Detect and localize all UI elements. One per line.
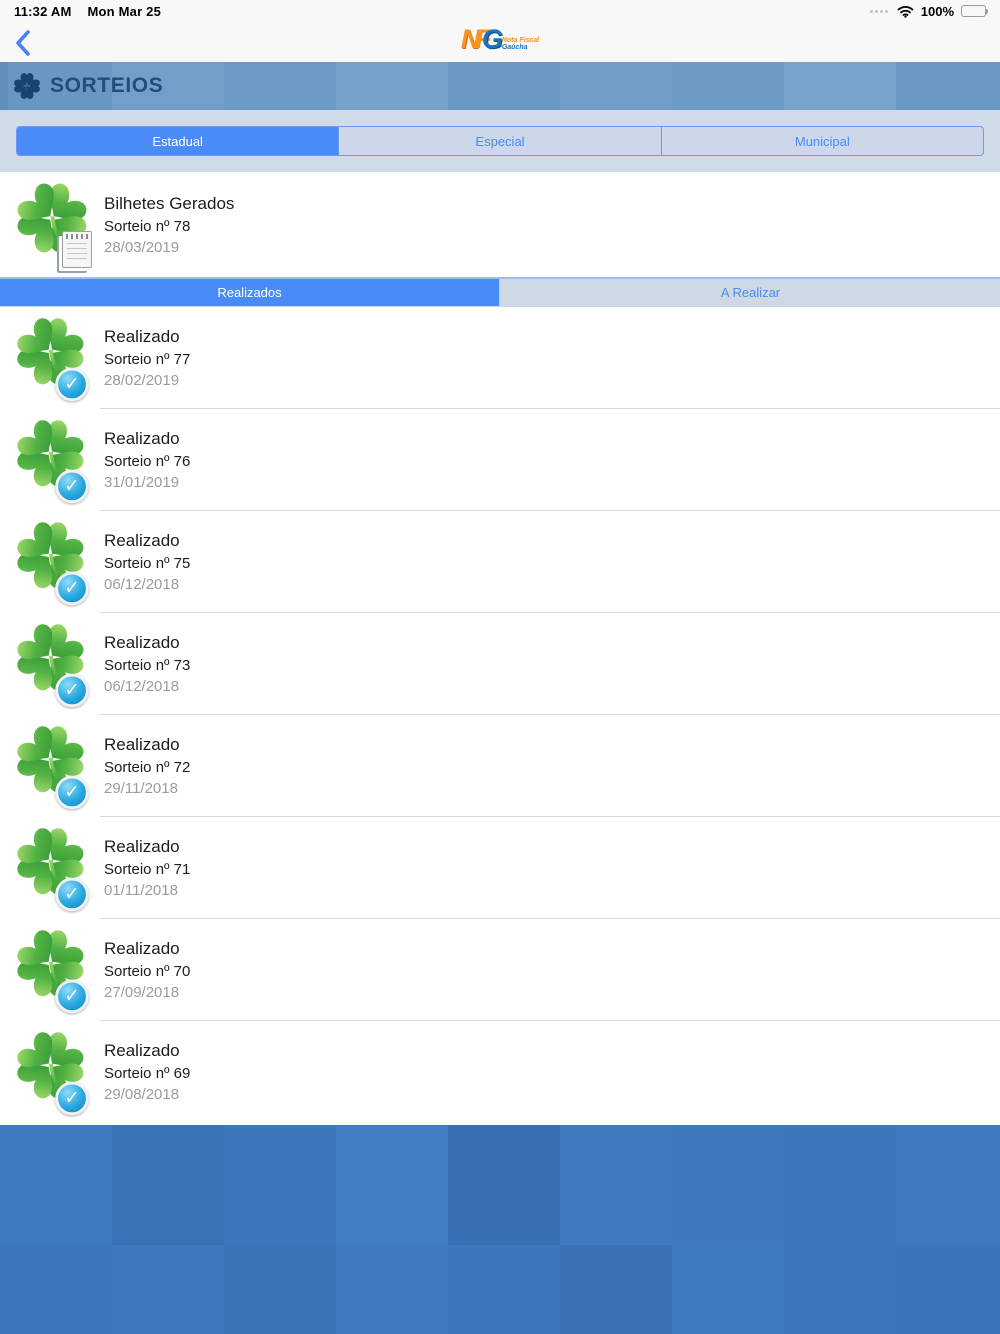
logo-tagline-1: Nota Fiscal	[501, 36, 540, 44]
clover-icon	[12, 71, 42, 101]
featured-subtitle: Sorteio nº 78	[104, 217, 191, 235]
page-title: SORTEIOS	[50, 74, 164, 97]
check-badge-icon	[55, 775, 89, 810]
tab-realizados[interactable]: Realizados	[0, 279, 501, 306]
tab-especial[interactable]: Especial	[339, 127, 662, 155]
draw-list-item[interactable]: Realizado Sorteio nº 77 28/02/2019	[0, 307, 1000, 409]
logo-letter-g: G	[481, 24, 503, 54]
clover-icon	[12, 517, 89, 607]
draw-title: Realizado	[104, 327, 180, 346]
draw-title: Realizado	[104, 429, 180, 448]
draw-title: Realizado	[104, 1041, 180, 1060]
check-badge-icon	[55, 877, 89, 912]
region-segmented-control: Estadual Especial Municipal	[16, 126, 984, 156]
draw-list-item[interactable]: Realizado Sorteio nº 76 31/01/2019	[0, 409, 1000, 511]
draw-list-item[interactable]: Realizado Sorteio nº 72 29/11/2018	[0, 715, 1000, 817]
wifi-icon	[897, 5, 914, 18]
draw-title: Realizado	[104, 633, 180, 652]
clover-icon	[12, 313, 89, 403]
clover-icon	[12, 721, 89, 811]
draw-date: 27/09/2018	[104, 984, 180, 1001]
draw-list: Realizado Sorteio nº 77 28/02/2019 Reali…	[0, 307, 1000, 1125]
featured-title: Bilhetes Gerados	[104, 193, 235, 213]
draw-subtitle: Sorteio nº 76	[104, 453, 191, 470]
notepad-icon	[62, 230, 92, 268]
draw-title: Realizado	[104, 939, 180, 958]
check-badge-icon	[55, 367, 89, 402]
draw-date: 06/12/2018	[104, 678, 180, 695]
draw-list-item[interactable]: Realizado Sorteio nº 71 01/11/2018	[0, 817, 1000, 919]
status-bar: 11:32 AM Mon Mar 25 100%	[0, 0, 1000, 22]
check-badge-icon	[55, 1081, 89, 1116]
tab-estadual[interactable]: Estadual	[17, 127, 340, 155]
draw-list-item[interactable]: Realizado Sorteio nº 70 27/09/2018	[0, 919, 1000, 1021]
region-tabs-band: Estadual Especial Municipal	[0, 110, 1000, 172]
draw-date: 01/11/2018	[104, 882, 178, 899]
draw-subtitle: Sorteio nº 75	[104, 555, 191, 572]
clover-icon	[12, 178, 92, 272]
clover-icon	[12, 925, 89, 1015]
clover-icon	[12, 619, 89, 709]
clover-icon	[12, 823, 89, 913]
logo-tagline-2: Gaúcha	[501, 43, 528, 51]
tab-municipal[interactable]: Municipal	[662, 127, 983, 155]
draw-list-item[interactable]: Realizado Sorteio nº 75 06/12/2018	[0, 511, 1000, 613]
draw-subtitle: Sorteio nº 69	[104, 1065, 191, 1082]
draw-list-item[interactable]: Realizado Sorteio nº 73 06/12/2018	[0, 613, 1000, 715]
tab-a-realizar[interactable]: A Realizar	[501, 279, 1000, 306]
draw-subtitle: Sorteio nº 77	[104, 351, 191, 368]
clover-icon	[12, 1027, 89, 1117]
check-badge-icon	[55, 979, 89, 1014]
cellular-dots-icon	[869, 9, 888, 13]
status-segmented-control: Realizados A Realizar	[0, 277, 1000, 307]
nav-bar: NFG Nota Fiscal Gaúcha	[0, 22, 1000, 62]
content-area: Bilhetes Gerados Sorteio nº 78 28/03/201…	[0, 172, 1000, 1125]
check-badge-icon	[55, 673, 89, 708]
draw-title: Realizado	[104, 531, 180, 550]
draw-date: 28/02/2019	[104, 372, 180, 389]
draw-date: 06/12/2018	[104, 576, 180, 593]
footer-mosaic	[0, 1125, 1000, 1334]
check-badge-icon	[55, 469, 89, 504]
clover-icon	[12, 415, 89, 505]
page-header: SORTEIOS	[0, 62, 1000, 110]
draw-title: Realizado	[104, 735, 180, 754]
battery-icon	[961, 5, 988, 17]
back-button[interactable]	[6, 26, 40, 60]
draw-date: 29/08/2018	[104, 1086, 180, 1103]
draw-subtitle: Sorteio nº 72	[104, 759, 191, 776]
draw-list-item[interactable]: Realizado Sorteio nº 69 29/08/2018	[0, 1021, 1000, 1123]
nfg-logo: NFG Nota Fiscal Gaúcha	[461, 24, 539, 55]
status-date: Mon Mar 25	[87, 3, 161, 19]
featured-item-bilhetes-gerados[interactable]: Bilhetes Gerados Sorteio nº 78 28/03/201…	[0, 172, 1000, 277]
featured-date: 28/03/2019	[104, 238, 180, 256]
draw-subtitle: Sorteio nº 71	[104, 861, 191, 878]
app-screen: 11:32 AM Mon Mar 25 100% NFG Nota Fiscal…	[0, 0, 1000, 1334]
draw-date: 29/11/2018	[104, 780, 178, 797]
chevron-left-icon	[16, 30, 30, 56]
draw-date: 31/01/2019	[104, 474, 180, 491]
check-badge-icon	[55, 571, 89, 606]
draw-subtitle: Sorteio nº 70	[104, 963, 191, 980]
battery-percent: 100%	[920, 3, 954, 19]
status-time: 11:32 AM	[14, 3, 72, 19]
draw-title: Realizado	[104, 837, 180, 856]
draw-subtitle: Sorteio nº 73	[104, 657, 191, 674]
